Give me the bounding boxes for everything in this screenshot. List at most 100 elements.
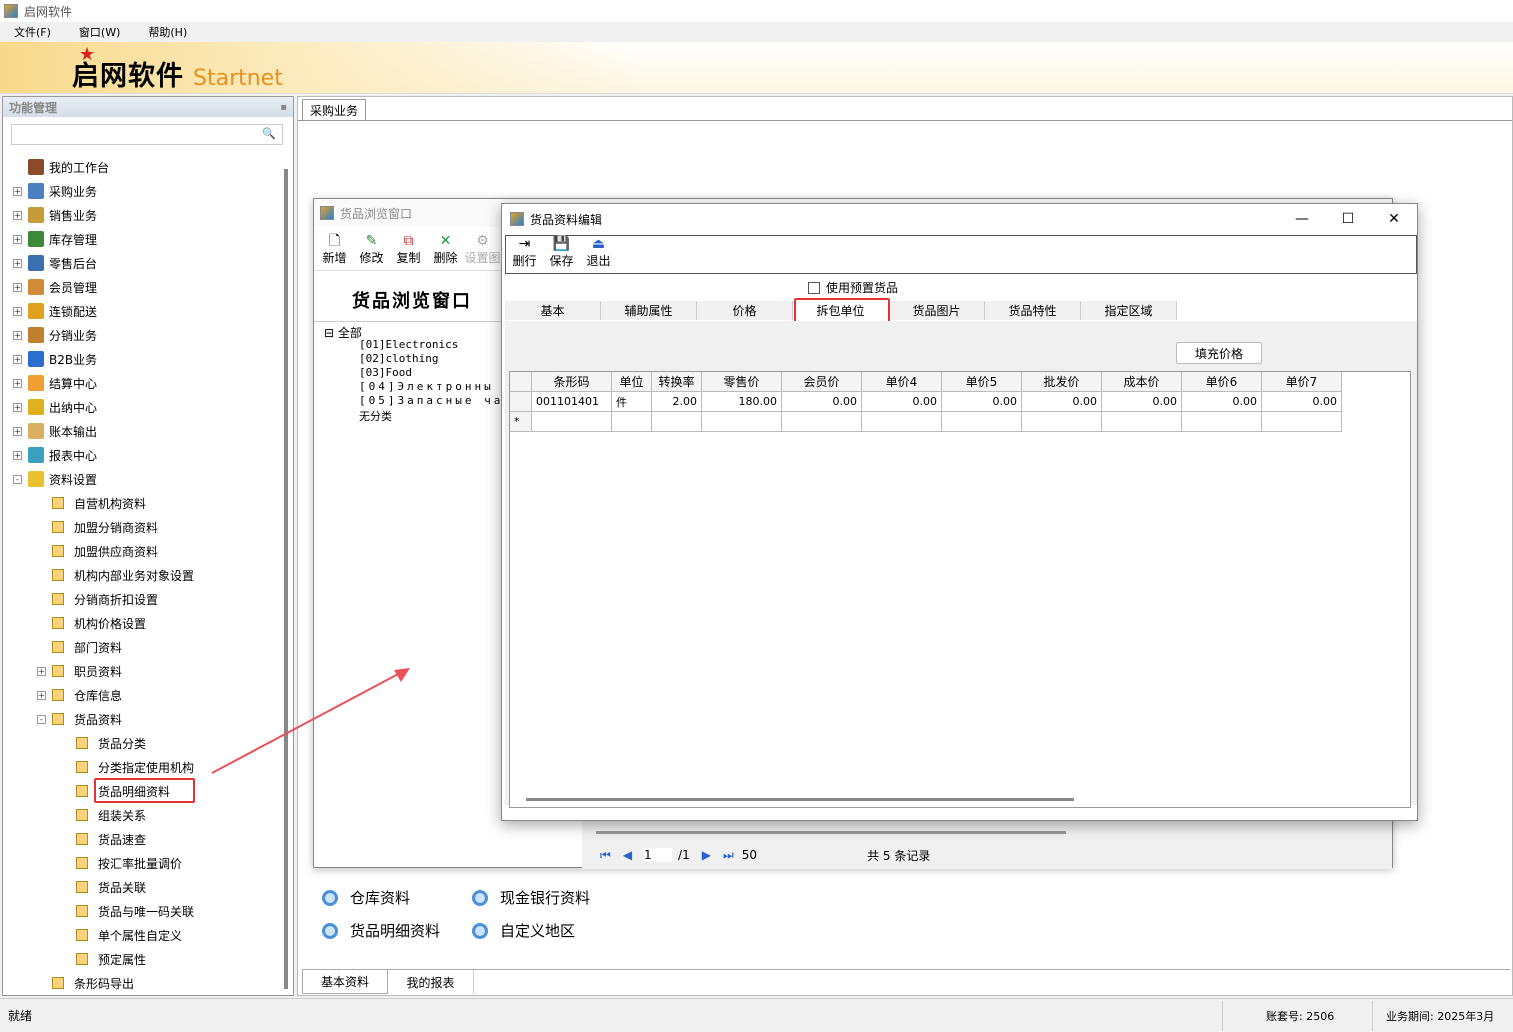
sidebar-item[interactable]: - 货品资料 [37, 709, 122, 729]
sidebar-item[interactable]: 机构价格设置 [37, 613, 146, 633]
expand-icon[interactable]: + [13, 378, 22, 388]
page-size[interactable]: 50 [742, 848, 757, 862]
sidebar-item[interactable]: + 库存管理 [13, 229, 97, 249]
expand-icon[interactable]: + [13, 258, 22, 268]
tab-my-reports[interactable]: 我的报表 [388, 970, 474, 994]
tree-root[interactable]: ⊟ 全部 [324, 324, 362, 341]
grid-header[interactable]: 单价7 [1262, 372, 1342, 392]
grid-cell[interactable] [652, 412, 702, 432]
expand-icon[interactable]: + [37, 666, 46, 676]
pin-icon[interactable]: ▪ [280, 102, 287, 113]
grid-header[interactable]: 单价5 [942, 372, 1022, 392]
grid-cell[interactable]: 0.00 [862, 392, 942, 412]
tab-region[interactable]: 指定区域 [1081, 301, 1177, 320]
grid-hscroll[interactable] [526, 798, 1074, 801]
first-page-icon[interactable]: ⏮ [600, 848, 611, 863]
tab-basic-data[interactable]: 基本资料 [302, 970, 388, 994]
sidebar-item[interactable]: 分销商折扣设置 [37, 589, 158, 609]
grid-cell[interactable] [1022, 412, 1102, 432]
grid-cell[interactable]: 001101401 [532, 392, 612, 412]
fill-price-button[interactable]: 填充价格 [1176, 342, 1262, 364]
maximize-icon[interactable]: ☐ [1325, 204, 1371, 234]
close-icon[interactable]: ✕ [1371, 204, 1417, 234]
grid-cell[interactable]: 0.00 [1262, 392, 1342, 412]
edit-button[interactable]: ✎ 修改 [353, 229, 390, 270]
sidebar-item[interactable]: + 会员管理 [13, 277, 97, 297]
sidebar-item[interactable]: 货品速查 [61, 829, 146, 849]
sidebar-item[interactable]: 加盟供应商资料 [37, 541, 158, 561]
prev-page-icon[interactable]: ◀ [623, 848, 632, 862]
grid-cell[interactable] [1182, 412, 1262, 432]
sidebar-item[interactable]: 货品关联 [61, 877, 146, 897]
shortcut-warehouse[interactable]: 仓库资料 [322, 887, 410, 908]
shortcut-goods-detail[interactable]: 货品明细资料 [322, 920, 440, 941]
grid-cell[interactable]: 0.00 [1182, 392, 1262, 412]
sidebar-item[interactable]: + 零售后台 [13, 253, 97, 273]
sidebar-item[interactable]: + 销售业务 [13, 205, 97, 225]
grid-cell[interactable]: 180.00 [702, 392, 782, 412]
grid-cell[interactable]: 0.00 [782, 392, 862, 412]
copy-button[interactable]: ⧉ 复制 [390, 229, 427, 270]
grid-cell[interactable] [782, 412, 862, 432]
exit-button[interactable]: ⏏ 退出 [580, 236, 617, 273]
tab-purchase[interactable]: 采购业务 [302, 99, 366, 121]
grid-cell[interactable] [942, 412, 1022, 432]
tab-price[interactable]: 价格 [697, 301, 793, 320]
sidebar-item[interactable]: 加盟分销商资料 [37, 517, 158, 537]
next-page-icon[interactable]: ▶ [702, 848, 711, 862]
minimize-icon[interactable]: — [1279, 204, 1325, 234]
tab-aux-attributes[interactable]: 辅助属性 [601, 301, 697, 320]
grid-cell[interactable]: 件 [612, 392, 652, 412]
new-row-marker[interactable]: * [510, 412, 532, 432]
sidebar-item[interactable]: 部门资料 [37, 637, 122, 657]
sidebar-item[interactable]: + 账本输出 [13, 421, 97, 441]
sidebar-item[interactable]: + B2B业务 [13, 349, 97, 369]
expand-icon[interactable]: + [13, 426, 22, 436]
category-item[interactable]: 无分类 [359, 408, 392, 424]
search-icon[interactable]: 🔍 [262, 127, 276, 140]
sidebar-item[interactable]: 货品与唯一码关联 [61, 901, 194, 921]
sidebar-item[interactable]: 货品分类 [61, 733, 146, 753]
expand-icon[interactable]: + [13, 306, 22, 316]
new-button[interactable]: 🗋 新增 [316, 229, 353, 270]
category-item[interactable]: [01]Electronics [359, 338, 458, 351]
grid-cell[interactable] [1102, 412, 1182, 432]
sidebar-item[interactable]: 组装关系 [61, 805, 146, 825]
grid-cell[interactable] [1262, 412, 1342, 432]
sidebar-item[interactable]: 分类指定使用机构 [61, 757, 194, 777]
grid-cell[interactable]: 0.00 [1022, 392, 1102, 412]
collapse-icon[interactable]: - [13, 474, 22, 484]
grid-header[interactable]: 单位 [612, 372, 652, 392]
collapse-icon[interactable]: ⊟ [324, 326, 334, 340]
category-item[interactable]: [05]Запасные ча [359, 394, 503, 407]
page-input[interactable]: 1 [644, 848, 673, 862]
grid-cell[interactable]: 0.00 [1102, 392, 1182, 412]
sidebar-item[interactable]: + 出纳中心 [13, 397, 97, 417]
grid-header[interactable]: 成本价 [1102, 372, 1182, 392]
sidebar-item[interactable]: 条形码导出 [37, 973, 134, 993]
expand-icon[interactable]: + [13, 354, 22, 364]
sidebar-item[interactable]: + 分销业务 [13, 325, 97, 345]
sidebar-item[interactable]: + 报表中心 [13, 445, 97, 465]
expand-icon[interactable]: + [13, 210, 22, 220]
sidebar-item[interactable]: 机构内部业务对象设置 [37, 565, 194, 585]
delete-row-button[interactable]: ⇥ 删行 [506, 236, 543, 273]
save-button[interactable]: 💾 保存 [543, 236, 580, 273]
grid-cell[interactable]: 0.00 [942, 392, 1022, 412]
sidebar-item[interactable]: + 仓库信息 [37, 685, 122, 705]
sidebar-item[interactable]: 预定属性 [61, 949, 146, 969]
row-header[interactable] [510, 392, 532, 412]
sidebar-search-input[interactable]: 🔍 [11, 124, 283, 145]
tab-basic[interactable]: 基本 [505, 301, 601, 320]
grid-header[interactable]: 单价6 [1182, 372, 1262, 392]
grid-cell[interactable]: 2.00 [652, 392, 702, 412]
expand-icon[interactable]: + [13, 330, 22, 340]
last-page-icon[interactable]: ⏭ [723, 848, 734, 863]
delete-button[interactable]: ✕ 删除 [427, 229, 464, 270]
category-item[interactable]: [04]Электронны [359, 380, 494, 393]
sidebar-item[interactable]: 按汇率批量调价 [61, 853, 182, 873]
grid-header[interactable]: 单价4 [862, 372, 942, 392]
settings-button[interactable]: ⚙ 设置图 [464, 229, 501, 270]
menu-window[interactable]: 窗口(W) [65, 24, 134, 40]
sidebar-item[interactable]: + 采购业务 [13, 181, 97, 201]
